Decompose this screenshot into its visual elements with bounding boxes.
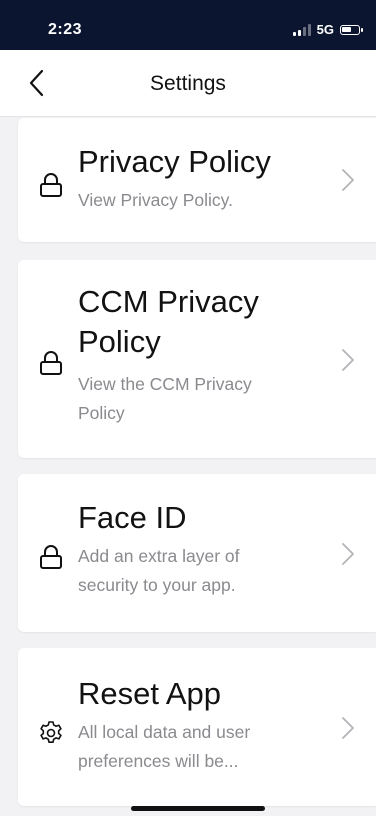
chevron-right-icon (342, 543, 354, 565)
chevron-right-icon (342, 169, 354, 191)
card-title: Privacy Policy (78, 144, 271, 179)
ccm-privacy-policy-card[interactable]: CCM Privacy Policy View the CCM Privacy … (18, 260, 376, 458)
card-description: Add an extra layer of security to your a… (78, 546, 240, 595)
chevron-right-icon (342, 349, 354, 371)
status-time: 2:23 (48, 21, 83, 38)
card-title: CCM Privacy Policy (78, 284, 259, 359)
chevron-right-icon (342, 717, 354, 739)
lock-icon (40, 351, 62, 375)
privacy-policy-card[interactable]: Privacy Policy View Privacy Policy. (18, 118, 376, 242)
card-title: Face ID (78, 500, 187, 535)
home-indicator[interactable] (131, 806, 265, 811)
card-description: View Privacy Policy. (78, 190, 233, 210)
gear-icon (40, 721, 62, 743)
lock-icon (40, 545, 62, 569)
reset-app-card[interactable]: Reset App All local data and user prefer… (18, 648, 376, 806)
battery-icon (340, 24, 363, 35)
face-id-card[interactable]: Face ID Add an extra layer of security t… (18, 474, 376, 632)
navigation-bar: Settings (0, 50, 376, 117)
status-indicators: 5G (292, 22, 363, 37)
signal-icon (292, 23, 311, 36)
card-title: Reset App (78, 676, 222, 711)
card-description: All local data and user preferences will… (78, 722, 251, 771)
lock-icon (40, 173, 62, 197)
status-bar: 2:23 5G (0, 0, 376, 50)
page-title: Settings (150, 72, 226, 95)
card-description: View the CCM Privacy Policy (78, 374, 252, 423)
network-type: 5G (316, 22, 334, 37)
